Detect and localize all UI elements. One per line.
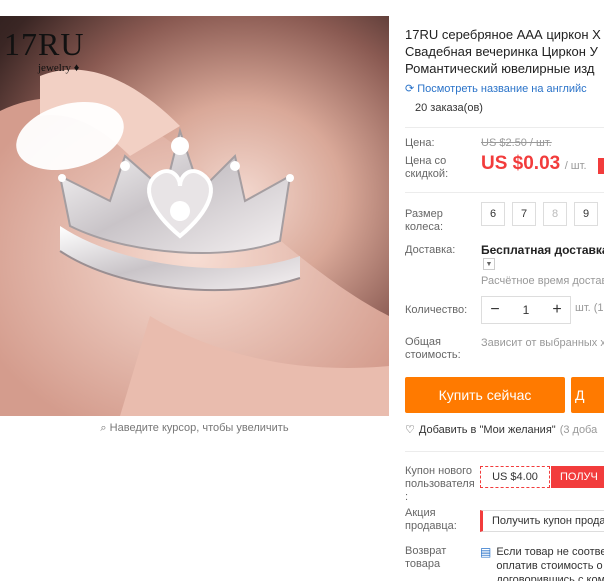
returns-line: Если товар не соотве bbox=[496, 546, 604, 558]
document-icon: ▤ bbox=[480, 545, 492, 559]
wishlist-label: Добавить в "Мои желания" bbox=[418, 423, 556, 436]
size-option-9[interactable]: 9 bbox=[574, 202, 598, 226]
divider bbox=[405, 192, 604, 193]
increment-button[interactable]: + bbox=[544, 301, 570, 319]
translate-link[interactable]: ⟳ Посмотреть название на английс bbox=[405, 82, 587, 96]
order-count: 20 заказа(ов) bbox=[415, 102, 483, 114]
size-option-7[interactable]: 7 bbox=[512, 202, 536, 226]
total-label: Общая стоимость: bbox=[405, 336, 461, 361]
product-image[interactable]: 17RU jewelry ♦ bbox=[0, 16, 389, 416]
zoom-hint: ⌕ Наведите курсор, чтобы увеличить bbox=[0, 422, 389, 435]
product-title-line: 17RU серебряное ААА циркон Х bbox=[405, 27, 601, 42]
returns-label: Возврат товара bbox=[405, 545, 447, 570]
discount-badge bbox=[598, 158, 604, 174]
quantity-note: шт. (1 bbox=[575, 302, 604, 314]
shipping-value: Бесплатная доставка в bbox=[481, 243, 604, 257]
size-option-6[interactable]: 6 bbox=[481, 202, 505, 226]
translate-label: Посмотреть название на английс bbox=[417, 82, 587, 95]
chevron-down-icon[interactable]: ▼ bbox=[483, 258, 495, 270]
discount-price-label: Цена со скидкой: bbox=[405, 155, 449, 180]
seller-coupon-button[interactable]: Получить купон прода bbox=[480, 510, 604, 532]
heart-icon: ♡ bbox=[405, 424, 415, 436]
returns-info: ▤ Если товар не соотве оплатив стоимость… bbox=[480, 545, 604, 581]
divider bbox=[405, 451, 604, 452]
quantity-stepper: − 1 + bbox=[481, 296, 571, 324]
ring-illustration bbox=[0, 69, 389, 416]
shipping-label: Доставка: bbox=[405, 244, 456, 256]
add-to-cart-button[interactable]: Д bbox=[571, 377, 604, 413]
size-options: 6 7 8 9 bbox=[481, 202, 598, 226]
get-coupon-button[interactable]: ПОЛУЧ bbox=[551, 466, 604, 488]
total-value: Зависит от выбранных хар bbox=[481, 337, 604, 349]
decrement-button[interactable]: − bbox=[482, 301, 508, 319]
translate-icon: ⟳ bbox=[405, 83, 415, 95]
product-details: 17RU серебряное ААА циркон Х Свадебная в… bbox=[405, 0, 604, 581]
discount-price: US $0.03 / шт. bbox=[481, 153, 587, 175]
wishlist-count: (3 доба bbox=[559, 423, 598, 436]
seller-promo-label: Акция продавца: bbox=[405, 507, 457, 532]
product-title-line: Свадебная вечеринка Циркон У bbox=[405, 44, 598, 59]
discount-price-value: US $0.03 bbox=[481, 153, 561, 174]
product-title-line: Романтический ювелирные изд bbox=[405, 61, 595, 76]
divider bbox=[405, 127, 604, 128]
returns-line: оплатив стоимость о bbox=[496, 560, 603, 572]
price-label: Цена: bbox=[405, 137, 435, 149]
zoom-hint-text: Наведите курсор, чтобы увеличить bbox=[109, 422, 289, 434]
returns-line: договорившись с ком bbox=[496, 574, 604, 581]
shipping-estimate: Расчётное время доставки bbox=[481, 275, 604, 287]
search-icon: ⌕ bbox=[100, 422, 107, 434]
original-price: US $2.50 / шт. bbox=[481, 137, 552, 149]
coupon-amount: US $4.00 bbox=[480, 466, 550, 488]
quantity-value[interactable]: 1 bbox=[513, 303, 539, 317]
size-label: Размер колеса: bbox=[405, 208, 444, 233]
wishlist-link[interactable]: ♡ Добавить в "Мои желания" (3 доба bbox=[405, 423, 598, 437]
buy-now-button[interactable]: Купить сейчас bbox=[405, 377, 565, 413]
brand-logo-text: 17RU bbox=[4, 26, 85, 62]
price-unit: / шт. bbox=[564, 160, 587, 172]
brand-logo-subtext: jewelry ♦ bbox=[38, 62, 80, 74]
new-user-coupon-label: Купон нового пользователя : bbox=[405, 465, 475, 503]
size-option-8[interactable]: 8 bbox=[543, 202, 567, 226]
brand-logo: 17RU jewelry ♦ bbox=[4, 28, 84, 74]
product-title: 17RU серебряное ААА циркон Х Свадебная в… bbox=[405, 26, 604, 77]
quantity-label: Количество: bbox=[405, 304, 468, 316]
